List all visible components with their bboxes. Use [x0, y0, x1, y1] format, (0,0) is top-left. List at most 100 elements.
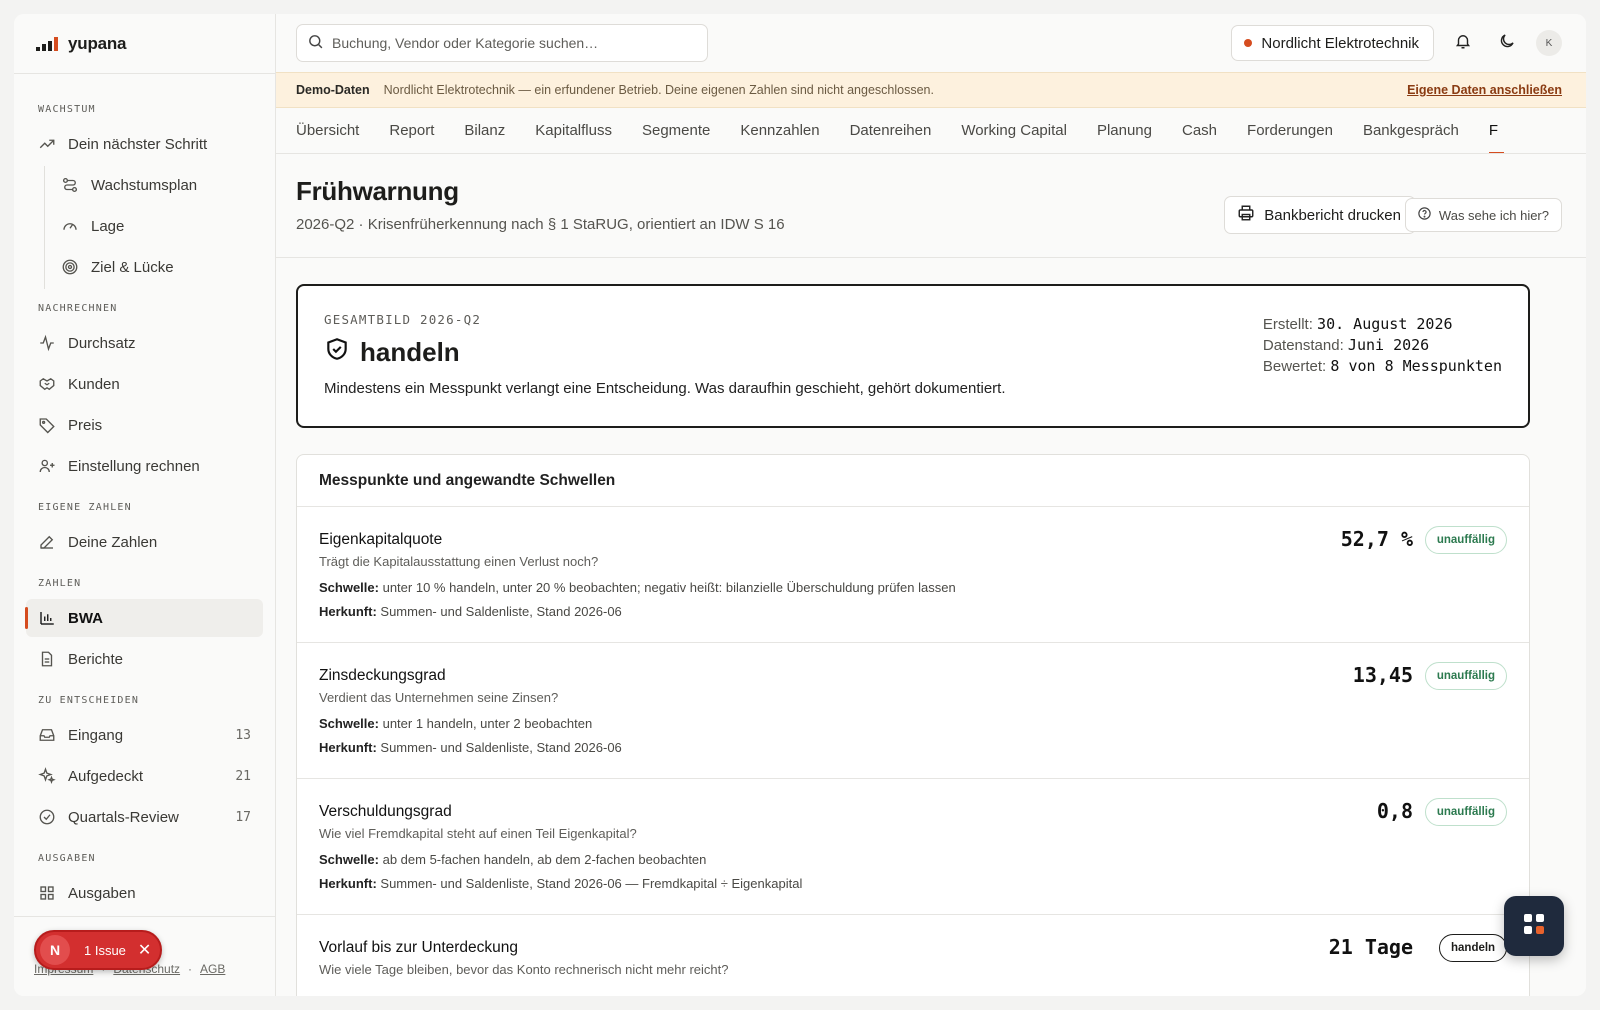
sidebar-footer: Impressum · Datenschutz · AGB N 1 Issue …	[14, 916, 275, 996]
measure-question: Trägt die Kapitalausstattung einen Verlu…	[319, 554, 599, 569]
sidebar-item-label: Eingang	[68, 726, 124, 744]
sparkles-icon	[38, 767, 56, 785]
origin-text: Summen- und Saldenliste, Stand 2026-06	[380, 604, 622, 619]
tab-segmente[interactable]: Segmente	[642, 108, 710, 153]
meta-value: 8 von 8 Messpunkten	[1330, 357, 1502, 375]
gauge-icon	[61, 217, 79, 235]
status-badge: handeln	[1439, 934, 1507, 962]
tab-kapitalfluss[interactable]: Kapitalfluss	[535, 108, 612, 153]
measure-value: 21 Tage	[1328, 935, 1413, 959]
meta-data-state: Datenstand: Juni 2026	[1263, 335, 1502, 356]
sidebar-item-goal-gap[interactable]: Ziel & Lücke	[44, 248, 263, 289]
bar-chart-icon	[38, 609, 56, 627]
demo-banner: Demo-Daten Nordlicht Elektrotechnik — ei…	[276, 72, 1586, 108]
search-box[interactable]	[296, 24, 708, 62]
measure-origin: Herkunft: Summen- und Saldenliste, Stand…	[319, 604, 1507, 619]
tab-report[interactable]: Report	[389, 108, 434, 153]
sidebar-item-lage[interactable]: Lage	[44, 207, 263, 248]
tab-working-capital[interactable]: Working Capital	[961, 108, 1067, 153]
measure-question: Wie viele Tage bleiben, bevor das Konto …	[319, 962, 729, 977]
measure-name: Eigenkapitalquote	[319, 531, 443, 548]
sidebar-item-price[interactable]: Preis	[26, 406, 263, 444]
notifications-button[interactable]	[1448, 28, 1478, 58]
print-bank-report-button[interactable]: Bankbericht drucken	[1224, 196, 1416, 234]
measure-name: Zinsdeckungsgrad	[319, 667, 446, 684]
section-label-zahlen: ZAHLEN	[38, 578, 82, 589]
section-label-ausgaben: AUSGABEN	[38, 853, 96, 864]
tab-datenreihen[interactable]: Datenreihen	[850, 108, 932, 153]
summary-verdict: handeln	[324, 336, 460, 369]
sidebar-item-growth-plan[interactable]: Wachstumsplan	[44, 166, 263, 207]
meta-label: Bewertet:	[1262, 358, 1327, 375]
tab-bar: Übersicht Report Bilanz Kapitalfluss Segment…	[276, 108, 1586, 154]
page-header: Frühwarnung 2026-Q2 · Krisenfrüherkennun…	[276, 154, 1586, 258]
section-label-wachstum: WACHSTUM	[38, 104, 96, 115]
tab-planung[interactable]: Planung	[1097, 108, 1152, 153]
pencil-icon	[38, 533, 56, 551]
help-button-label: Was sehe ich hier?	[1438, 207, 1549, 223]
summary-description: Mindestens ein Messpunkt verlangt eine E…	[324, 380, 1006, 397]
logo-bars-icon	[36, 36, 58, 51]
sidebar-nav: WACHSTUM Dein nächster Schritt Wachstums…	[14, 74, 275, 912]
meta-label: Erstellt:	[1262, 316, 1313, 333]
user-plus-icon	[38, 457, 56, 475]
measure-value: 52,7 %	[1340, 527, 1413, 551]
measure-threshold: Schwelle: ab dem 5-fachen handeln, ab de…	[319, 852, 1507, 867]
section-label-nachrechnen: NACHRECHNEN	[38, 303, 118, 314]
handshake-icon	[38, 375, 56, 393]
sidebar-item-customers[interactable]: Kunden	[26, 365, 263, 403]
threshold-label: Schwelle:	[319, 716, 379, 731]
measure-question: Verdient das Unternehmen seine Zinsen?	[319, 690, 559, 705]
measure-row: Verschuldungsgrad Wie viel Fremdkapital …	[297, 779, 1529, 915]
origin-label: Herkunft:	[319, 876, 377, 891]
tab-kennzahlen[interactable]: Kennzahlen	[740, 108, 819, 153]
sidebar-item-label: Berichte	[68, 650, 124, 668]
demo-badge: Demo-Daten	[296, 83, 370, 97]
overall-status-card: GESAMTBILD 2026-Q2 handeln Mindestens ei…	[296, 284, 1530, 428]
meta-label: Datenstand:	[1262, 337, 1344, 354]
company-switcher[interactable]: Nordlicht Elektrotechnik	[1231, 25, 1434, 61]
theme-toggle[interactable]	[1492, 28, 1522, 58]
sidebar-item-next-step[interactable]: Dein nächster Schritt	[26, 125, 263, 163]
sidebar-item-label: Lage	[91, 217, 125, 235]
sidebar-item-uncovered[interactable]: Aufgedeckt 21	[26, 757, 263, 795]
sidebar-item-own-numbers[interactable]: Deine Zahlen	[26, 523, 263, 561]
sidebar-item-label: Aufgedeckt	[68, 767, 144, 785]
tab-forderungen[interactable]: Forderungen	[1247, 108, 1333, 153]
measures-panel: Messpunkte und angewandte Schwellen Eige…	[296, 454, 1530, 996]
measure-row: Vorlauf bis zur Unterdeckung Wie viele T…	[297, 915, 1529, 996]
avatar[interactable]: K	[1536, 30, 1562, 56]
terms-link[interactable]: AGB	[200, 962, 225, 976]
sidebar-item-bwa[interactable]: BWA	[25, 599, 263, 637]
sidebar-item-quarterly-review[interactable]: Quartals-Review 17	[26, 798, 263, 836]
status-badge: unauffällig	[1424, 526, 1507, 554]
tab-cash[interactable]: Cash	[1182, 108, 1217, 153]
sidebar-item-hiring[interactable]: Einstellung rechnen	[26, 447, 263, 485]
search-input[interactable]	[332, 35, 692, 51]
apps-launcher-button[interactable]	[1504, 896, 1564, 956]
close-icon[interactable]: ✕	[138, 940, 151, 960]
sidebar-item-throughput[interactable]: Durchsatz	[26, 324, 263, 362]
measure-threshold: Schwelle: unter 10 % handeln, unter 20 %…	[319, 580, 1507, 595]
help-button[interactable]: Was sehe ich hier?	[1404, 198, 1562, 232]
sidebar-item-inbox[interactable]: Eingang 13	[26, 716, 263, 754]
footer-separator: ·	[188, 962, 193, 976]
sidebar-item-expenses[interactable]: Ausgaben	[26, 874, 263, 912]
origin-text: Summen- und Saldenliste, Stand 2026-06	[380, 740, 622, 755]
sidebar-item-label: Quartals-Review	[68, 808, 179, 826]
connect-data-link[interactable]: Eigene Daten anschließen	[1407, 83, 1562, 97]
threshold-label: Schwelle:	[319, 580, 379, 595]
tab-f[interactable]: F	[1488, 108, 1505, 153]
sidebar-item-reports[interactable]: Berichte	[26, 640, 263, 678]
tab-bilanz[interactable]: Bilanz	[464, 108, 505, 153]
tab-übersicht[interactable]: Übersicht	[296, 108, 359, 153]
measure-row: Eigenkapitalquote Trägt die Kapitalausst…	[297, 507, 1529, 643]
issue-indicator[interactable]: N 1 Issue ✕	[34, 930, 162, 970]
measure-value: 0,8	[1376, 799, 1413, 823]
topbar: Nordlicht Elektrotechnik K	[276, 14, 1586, 72]
tab-bankgespräch[interactable]: Bankgespräch	[1363, 108, 1459, 153]
verdict-label: handeln	[360, 337, 460, 367]
measure-threshold: Schwelle: unter 1 handeln, unter 2 beoba…	[319, 716, 1507, 731]
apps-grid-icon	[1523, 913, 1545, 940]
brand[interactable]: yupana	[14, 14, 275, 74]
